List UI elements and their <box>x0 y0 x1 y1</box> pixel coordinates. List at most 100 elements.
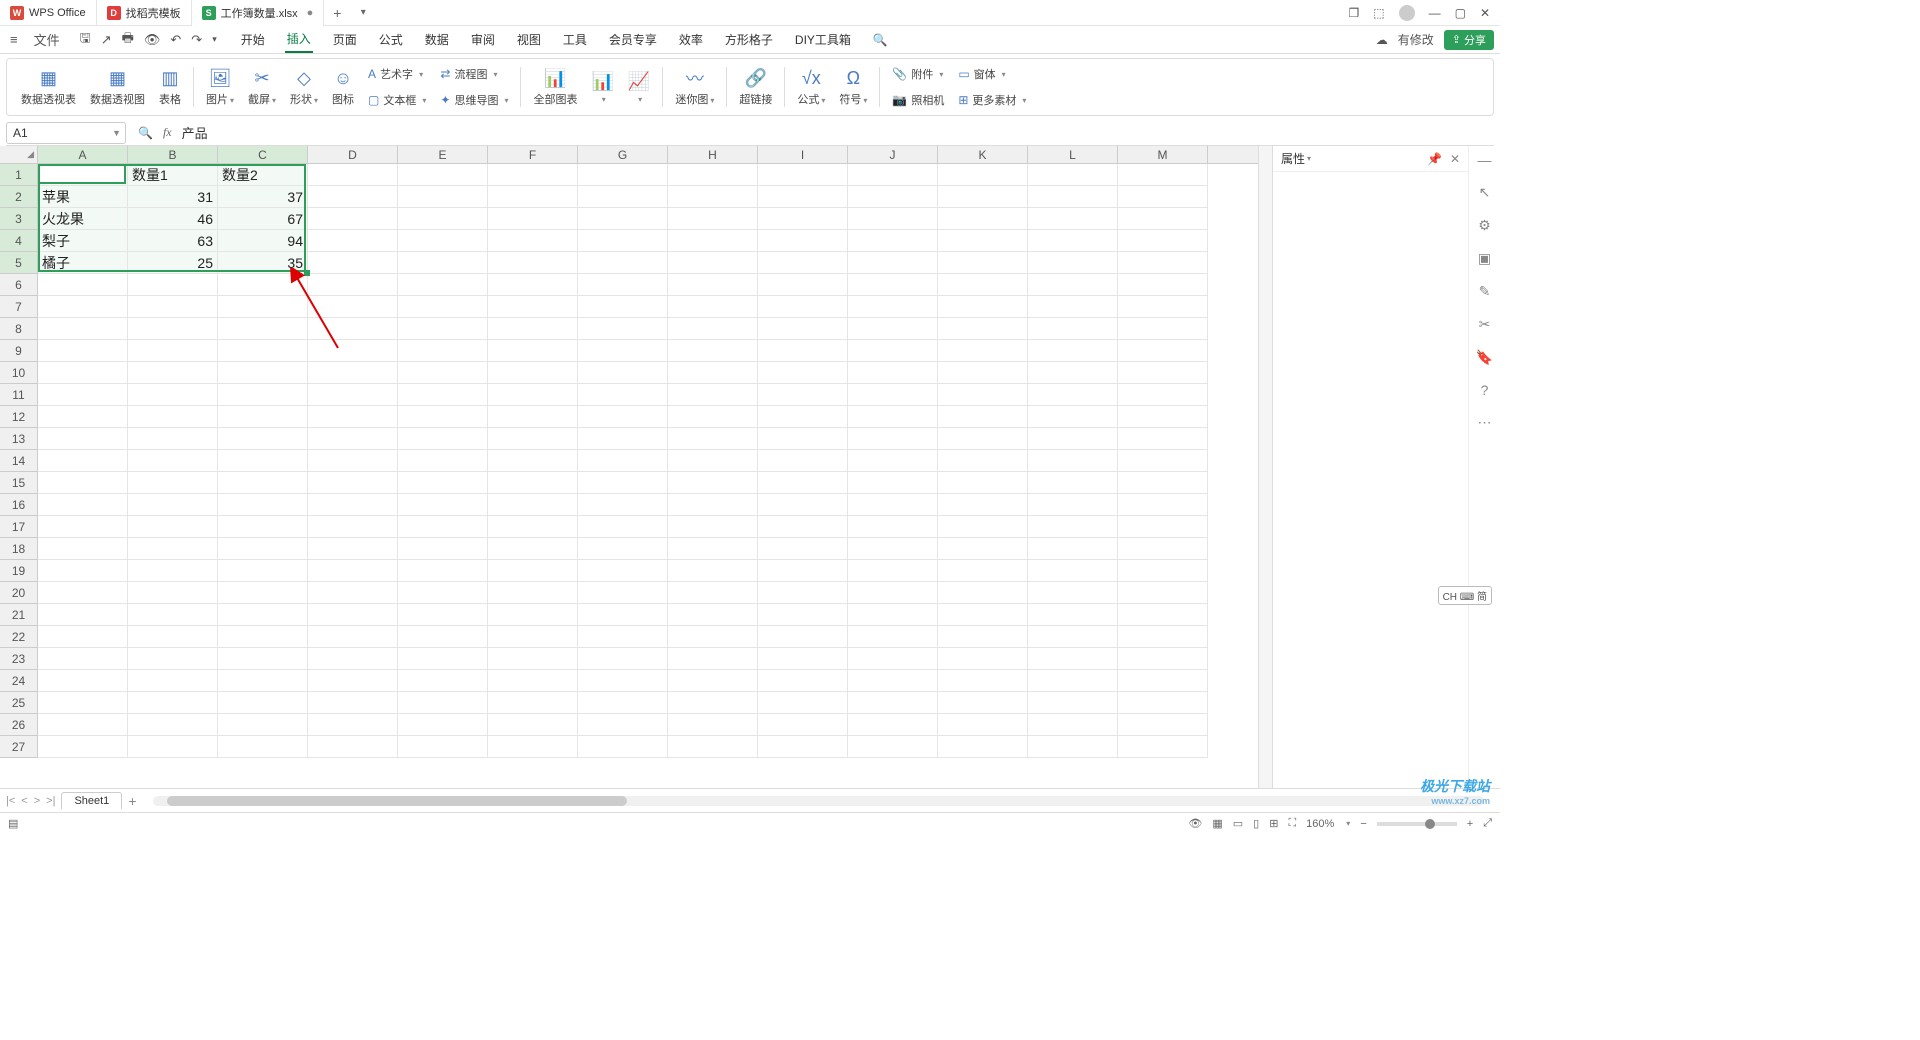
maximize-button[interactable]: ▢ <box>1455 6 1466 20</box>
cell[interactable] <box>938 714 1028 736</box>
cell[interactable] <box>218 296 308 318</box>
cell[interactable] <box>218 274 308 296</box>
cell[interactable] <box>218 538 308 560</box>
cell[interactable] <box>1118 274 1208 296</box>
cell[interactable] <box>398 318 488 340</box>
cell[interactable] <box>38 494 128 516</box>
cell[interactable] <box>938 252 1028 274</box>
cell[interactable] <box>578 670 668 692</box>
cell[interactable] <box>308 582 398 604</box>
cell[interactable] <box>848 472 938 494</box>
cell[interactable] <box>848 582 938 604</box>
cell[interactable]: 橘子 <box>38 252 128 274</box>
cell[interactable] <box>938 406 1028 428</box>
cell[interactable] <box>938 736 1028 758</box>
cell[interactable] <box>848 296 938 318</box>
cell[interactable] <box>218 516 308 538</box>
row-header[interactable]: 3 <box>0 208 38 230</box>
cell[interactable] <box>398 604 488 626</box>
cell[interactable] <box>38 626 128 648</box>
textbox-button[interactable]: ▢文本框▾ <box>368 89 426 111</box>
tab-tools[interactable]: 工具 <box>561 27 589 52</box>
layers-icon[interactable]: ▣ <box>1478 250 1491 267</box>
preview-icon[interactable]: 👁 <box>144 32 161 48</box>
cell[interactable] <box>578 582 668 604</box>
cell[interactable] <box>488 186 578 208</box>
shapes-button[interactable]: ◇形状▾ <box>284 59 324 115</box>
cell[interactable] <box>398 538 488 560</box>
cell[interactable] <box>488 208 578 230</box>
cell[interactable] <box>668 714 758 736</box>
cell[interactable]: 63 <box>128 230 218 252</box>
row-header[interactable]: 24 <box>0 670 38 692</box>
cell[interactable] <box>938 648 1028 670</box>
cell[interactable] <box>308 428 398 450</box>
row-header[interactable]: 11 <box>0 384 38 406</box>
cell[interactable] <box>758 296 848 318</box>
help-icon[interactable]: ? <box>1481 382 1489 398</box>
cell[interactable] <box>848 626 938 648</box>
cell[interactable] <box>578 604 668 626</box>
tab-view[interactable]: 视图 <box>515 27 543 52</box>
cell[interactable] <box>488 472 578 494</box>
qat-dropdown[interactable]: ▾ <box>212 34 217 45</box>
cell[interactable] <box>758 230 848 252</box>
cell[interactable] <box>398 164 488 186</box>
cell[interactable] <box>488 714 578 736</box>
cell[interactable] <box>668 208 758 230</box>
formula-value[interactable]: 产品 <box>182 123 208 142</box>
col-header[interactable]: E <box>398 146 488 163</box>
cell[interactable] <box>1028 362 1118 384</box>
cell[interactable] <box>1028 450 1118 472</box>
cell[interactable] <box>938 692 1028 714</box>
cell[interactable] <box>668 538 758 560</box>
pivot-chart-button[interactable]: ▦数据透视图 <box>84 59 151 115</box>
cell[interactable] <box>1028 406 1118 428</box>
cell[interactable] <box>848 692 938 714</box>
cell[interactable] <box>1118 450 1208 472</box>
cell[interactable] <box>1118 736 1208 758</box>
cell[interactable] <box>1118 582 1208 604</box>
cell[interactable] <box>668 230 758 252</box>
cell[interactable] <box>398 230 488 252</box>
cell[interactable] <box>758 252 848 274</box>
cell[interactable] <box>938 516 1028 538</box>
cell[interactable] <box>1028 164 1118 186</box>
cell[interactable] <box>1118 604 1208 626</box>
cell[interactable] <box>668 626 758 648</box>
cell[interactable] <box>938 318 1028 340</box>
col-header[interactable]: J <box>848 146 938 163</box>
cell[interactable] <box>668 604 758 626</box>
zoom-in-button[interactable]: + <box>1467 818 1473 830</box>
cell[interactable] <box>308 604 398 626</box>
cloud-sync-icon[interactable]: ☁ <box>1376 33 1388 47</box>
cell[interactable] <box>1118 428 1208 450</box>
cell[interactable] <box>308 450 398 472</box>
cell[interactable] <box>938 450 1028 472</box>
cell[interactable]: 94 <box>218 230 308 252</box>
redo-icon[interactable]: ↷ <box>191 32 202 48</box>
cell[interactable] <box>938 538 1028 560</box>
sheet-tab-1[interactable]: Sheet1 <box>61 792 122 809</box>
cell[interactable] <box>668 318 758 340</box>
cell[interactable] <box>938 582 1028 604</box>
cell[interactable] <box>1118 406 1208 428</box>
cell[interactable] <box>1118 560 1208 582</box>
fullscreen-icon[interactable]: ⛶ <box>1288 817 1296 830</box>
cell[interactable] <box>848 186 938 208</box>
cell[interactable] <box>308 516 398 538</box>
cell[interactable] <box>1028 472 1118 494</box>
cell[interactable] <box>488 494 578 516</box>
cell[interactable] <box>938 670 1028 692</box>
cell[interactable] <box>848 252 938 274</box>
cell[interactable]: 67 <box>218 208 308 230</box>
name-box[interactable]: A1 ▼ <box>6 122 126 144</box>
eye-icon[interactable]: 👁 <box>1188 817 1202 830</box>
cell[interactable] <box>128 516 218 538</box>
cell[interactable] <box>848 274 938 296</box>
cell[interactable] <box>1118 472 1208 494</box>
collapse-icon[interactable]: — <box>1478 152 1492 168</box>
cell[interactable] <box>488 560 578 582</box>
cell[interactable] <box>488 362 578 384</box>
cell[interactable] <box>398 516 488 538</box>
